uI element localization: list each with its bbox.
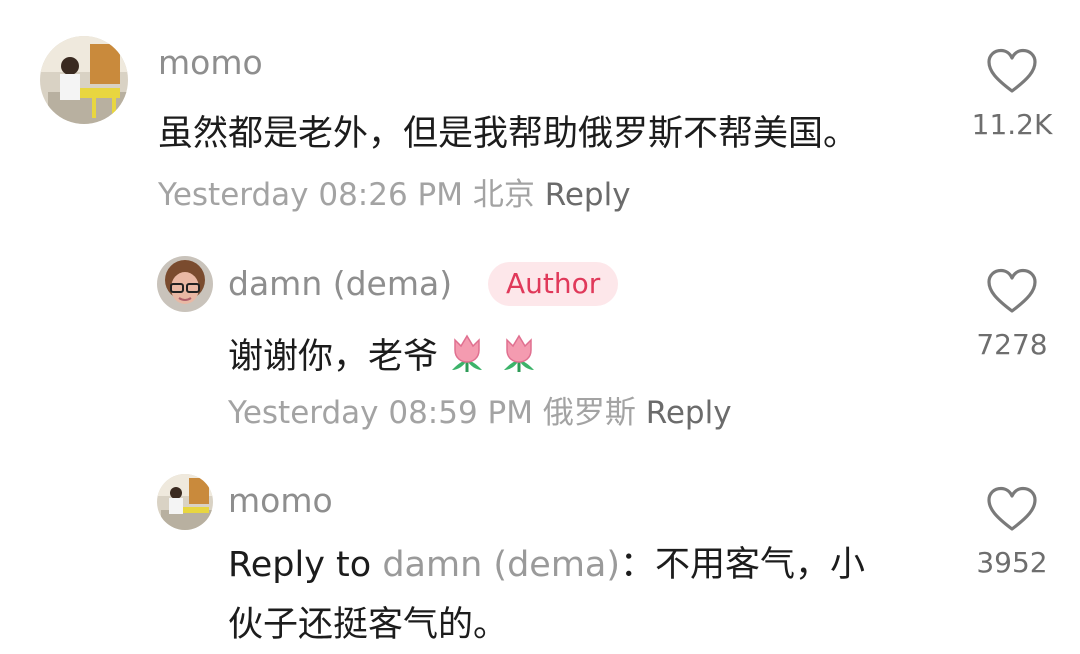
comment-text: 谢谢你，老爷 (228, 330, 542, 381)
reply-separator: ： (620, 545, 656, 585)
like-count: 11.2K (971, 108, 1053, 141)
comment-location: 俄罗斯 (542, 395, 636, 431)
heart-outline-icon[interactable] (986, 48, 1038, 94)
author-badge: Author (488, 262, 619, 306)
like-count: 3952 (976, 546, 1048, 579)
tulip-emoji (452, 334, 483, 372)
avatar[interactable] (157, 474, 213, 530)
heart-outline-icon[interactable] (986, 486, 1038, 532)
like-control: 7278 (962, 268, 1062, 361)
like-control: 3952 (962, 486, 1062, 579)
comment-text-content: 谢谢你，老爷 (228, 337, 439, 377)
comment-timestamp: Yesterday 08:59 PM (228, 395, 533, 431)
like-count: 7278 (976, 328, 1048, 361)
avatar[interactable] (157, 256, 213, 312)
like-control: 11.2K (962, 48, 1062, 141)
comment-meta: Yesterday 08:26 PM 北京 Reply (158, 180, 631, 211)
reply-prefix: Reply to (228, 545, 372, 585)
heart-outline-icon[interactable] (986, 268, 1038, 314)
comment-username[interactable]: momo (158, 46, 263, 79)
comment-text: 虽然都是老外，但是我帮助俄罗斯不帮美国。 (158, 114, 859, 154)
comment-timestamp: Yesterday 08:26 PM (158, 177, 463, 213)
comment-username[interactable]: damn (dema) (228, 267, 452, 300)
comment-text-content: 不用客气，小 (655, 545, 866, 585)
reply-target-username[interactable]: damn (dema) (382, 545, 620, 585)
comment-thread: momo 虽然都是老外，但是我帮助俄罗斯不帮美国。 Yesterday 08:2… (0, 0, 1080, 654)
avatar[interactable] (40, 36, 128, 124)
comment-username[interactable]: momo (228, 484, 333, 517)
tulip-emoji (504, 334, 535, 372)
comment-meta: Yesterday 08:59 PM 俄罗斯 Reply (228, 398, 732, 429)
comment-location: 北京 (472, 177, 535, 213)
reply-button[interactable]: Reply (545, 177, 631, 213)
reply-button[interactable]: Reply (646, 395, 732, 431)
comment-text: Reply to damn (dema)：不用客气，小 (228, 543, 865, 589)
comment-text-continuation: 伙子还挺客气的。 (228, 605, 509, 645)
